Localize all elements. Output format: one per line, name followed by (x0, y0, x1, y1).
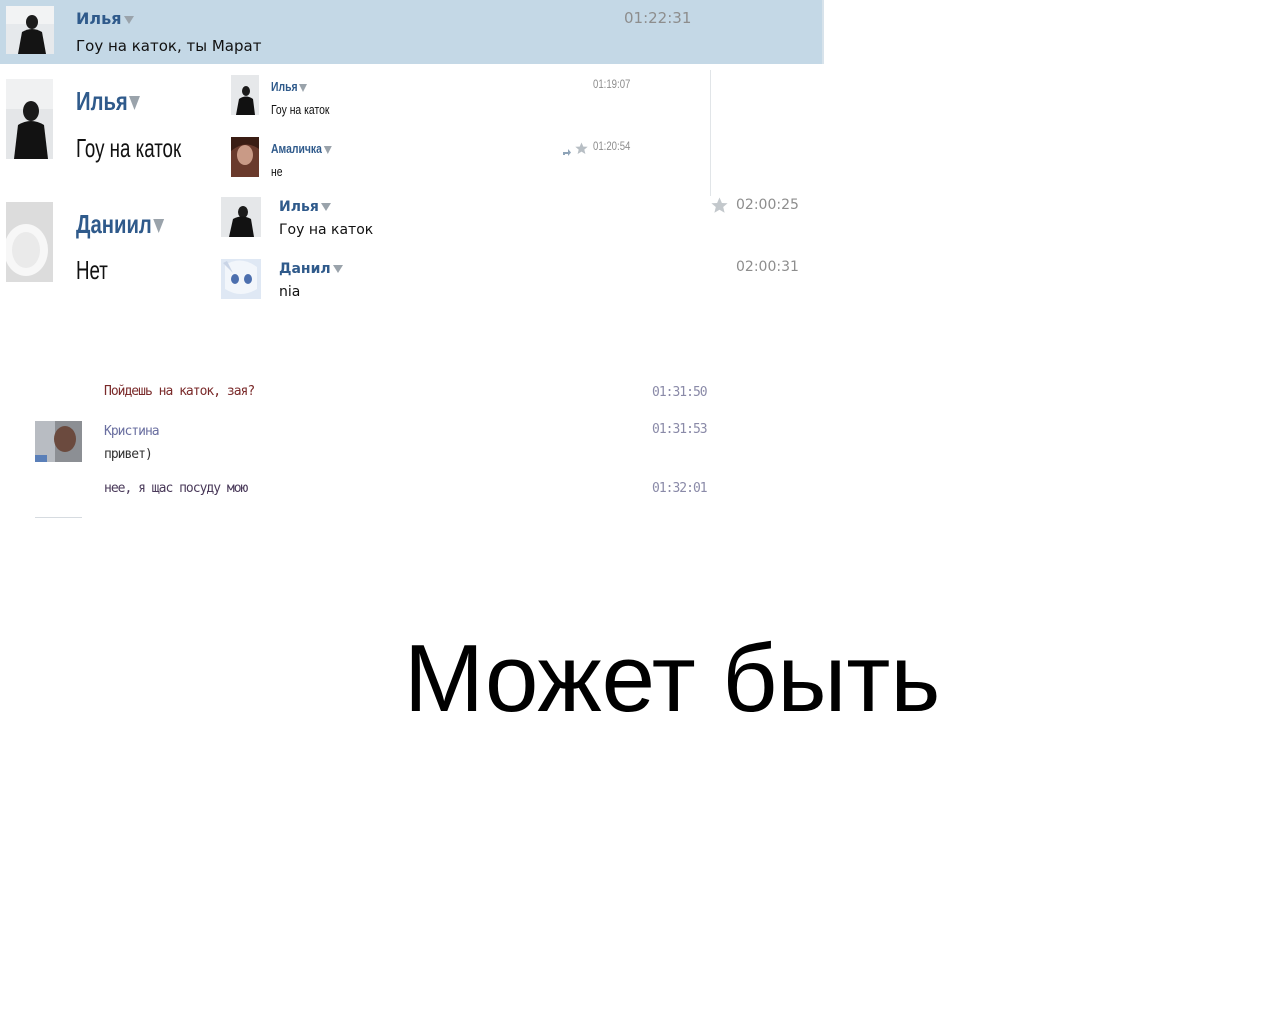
reply-icon[interactable] (562, 142, 572, 156)
avatar-image-icon (6, 6, 54, 54)
star-icon[interactable] (575, 140, 588, 154)
message-time: 01:31:53 (652, 422, 708, 437)
avatar-image-icon (6, 79, 53, 159)
message-time: 01:19:07 (593, 77, 631, 91)
sender-name[interactable]: Даниил (76, 209, 165, 240)
triangle-down-icon[interactable] (129, 96, 141, 111)
avatar[interactable] (221, 197, 261, 237)
avatar[interactable] (231, 137, 259, 177)
triangle-down-icon[interactable] (153, 219, 165, 234)
avatar-image-icon (231, 137, 259, 177)
sender-name[interactable]: Илья (271, 79, 308, 94)
message-time: 01:22:31 (624, 9, 692, 27)
avatar[interactable] (35, 421, 82, 462)
triangle-down-icon[interactable] (323, 145, 332, 154)
message-time: 02:00:31 (736, 259, 799, 275)
avatar[interactable] (6, 79, 53, 159)
triangle-down-icon[interactable] (320, 203, 331, 211)
triangle-down-icon[interactable] (332, 265, 343, 273)
avatar-image-icon (35, 421, 82, 462)
avatar-image-icon (221, 259, 261, 299)
message-text: Гоу на каток (271, 102, 330, 117)
avatar[interactable] (6, 6, 54, 54)
sender-name[interactable]: Илья (76, 86, 141, 117)
sender-name[interactable]: Илья (279, 199, 331, 215)
avatar[interactable] (6, 202, 53, 282)
triangle-down-icon[interactable] (123, 15, 134, 24)
message-text: не (271, 164, 283, 179)
sender-name[interactable]: Кристина (104, 424, 160, 439)
triangle-down-icon[interactable] (299, 83, 308, 92)
sender-name[interactable]: Амаличка (271, 141, 332, 156)
star-icon[interactable] (711, 197, 728, 214)
message-time: 01:20:54 (593, 139, 631, 153)
message-time: 01:32:01 (652, 481, 708, 496)
message-text: Гоу на каток (279, 222, 374, 238)
message-text: Нет (76, 255, 108, 285)
sender-name[interactable]: Данил (279, 261, 343, 277)
message-text: Гоу на каток (76, 133, 182, 163)
message-text: привет) (104, 447, 153, 462)
divider (35, 517, 82, 518)
message-text: нее, я щас посуду мою (104, 481, 248, 496)
message-text: Пойдешь на каток, зая? (104, 384, 255, 399)
message-text: Гоу на каток, ты Марат (76, 37, 262, 55)
avatar-image-icon (231, 75, 259, 115)
avatar[interactable] (231, 75, 259, 115)
chat-divider (710, 70, 711, 196)
message-time: 01:31:50 (652, 385, 708, 400)
caption-text: Может быть (404, 625, 941, 732)
avatar[interactable] (221, 259, 261, 299)
highlighted-message-row[interactable]: Илья Гоу на каток, ты Марат 01:22:31 (0, 0, 824, 64)
avatar-image-icon (6, 202, 53, 282)
message-time: 02:00:25 (736, 197, 799, 213)
message-text: nia (279, 284, 301, 300)
sender-name[interactable]: Илья (76, 9, 134, 28)
avatar-image-icon (221, 197, 261, 237)
